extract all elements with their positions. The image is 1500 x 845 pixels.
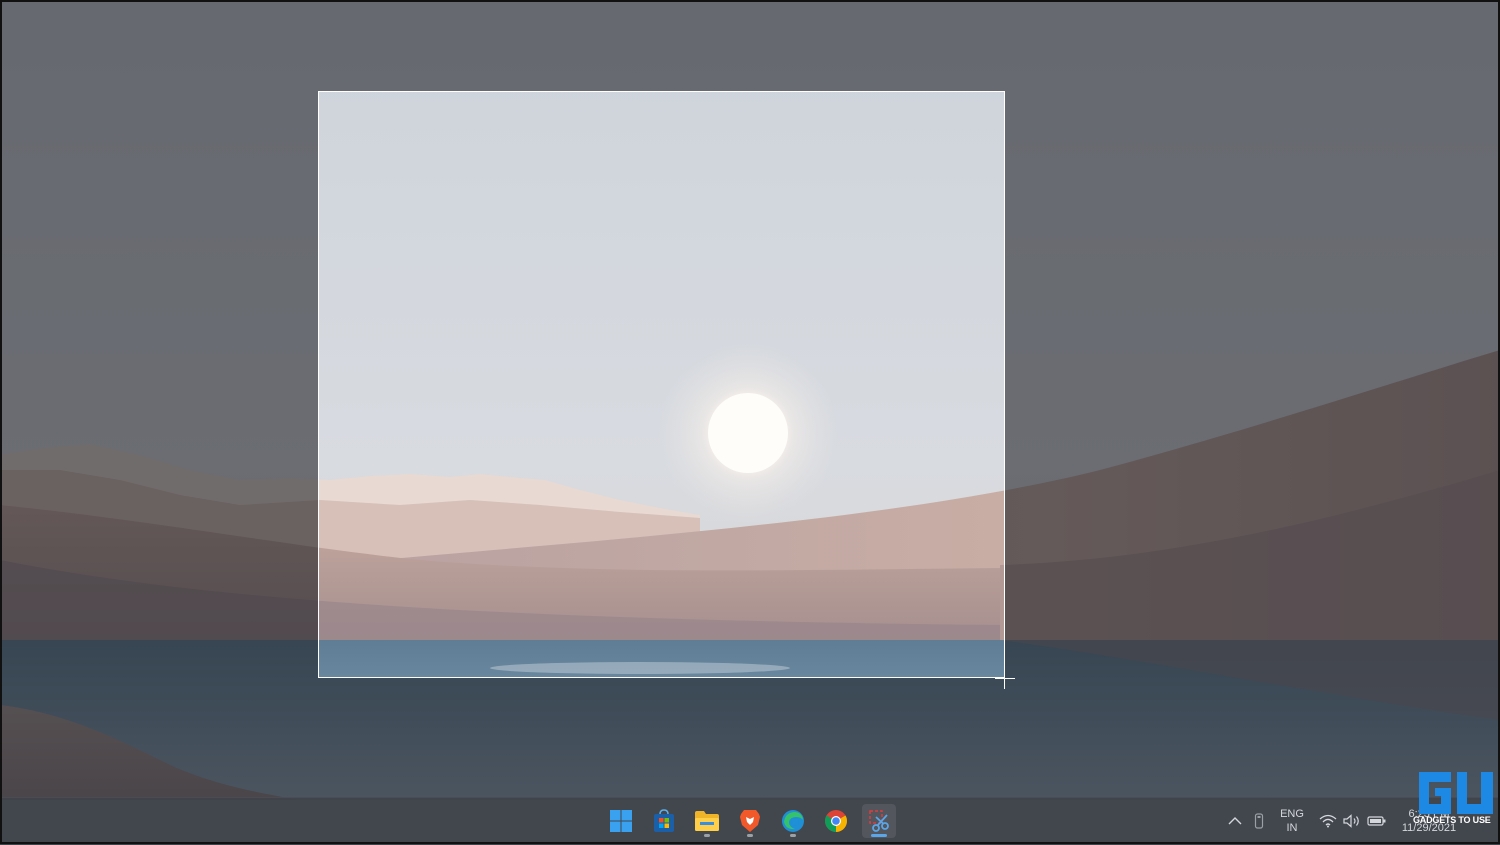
desktop [0, 0, 1500, 844]
snipping-tool-button[interactable] [862, 804, 896, 838]
language-indicator[interactable]: ENG IN [1272, 806, 1312, 836]
chrome-icon [825, 810, 847, 832]
taskbar: ENG IN 6:23 PM 11/29/2021 [0, 797, 1500, 845]
volume-icon[interactable] [1342, 812, 1362, 830]
file-explorer-button[interactable] [690, 804, 724, 838]
show-hidden-icons-button[interactable] [1226, 812, 1244, 830]
microsoft-store-button[interactable] [647, 804, 681, 838]
scissors-icon [869, 810, 889, 832]
crosshair-cursor-icon [995, 669, 1015, 689]
start-button[interactable] [604, 804, 638, 838]
chevron-up-icon [1228, 817, 1242, 825]
google-chrome-button[interactable] [819, 804, 853, 838]
folder-icon [695, 811, 719, 831]
battery-charging-icon[interactable] [1366, 812, 1388, 830]
usb-device-icon[interactable] [1252, 812, 1266, 830]
windows-logo-icon [610, 810, 632, 832]
brave-browser-button[interactable] [733, 804, 767, 838]
wifi-icon[interactable] [1318, 812, 1338, 830]
watermark-text: GADGETS TO USE [1413, 815, 1491, 825]
language-code: ENG [1280, 808, 1304, 820]
edge-icon [782, 810, 804, 832]
microsoft-edge-button[interactable] [776, 804, 810, 838]
language-region: IN [1286, 822, 1298, 834]
store-icon [654, 809, 674, 832]
brave-lion-icon [740, 810, 760, 832]
snip-selection-rectangle[interactable] [318, 91, 1005, 678]
